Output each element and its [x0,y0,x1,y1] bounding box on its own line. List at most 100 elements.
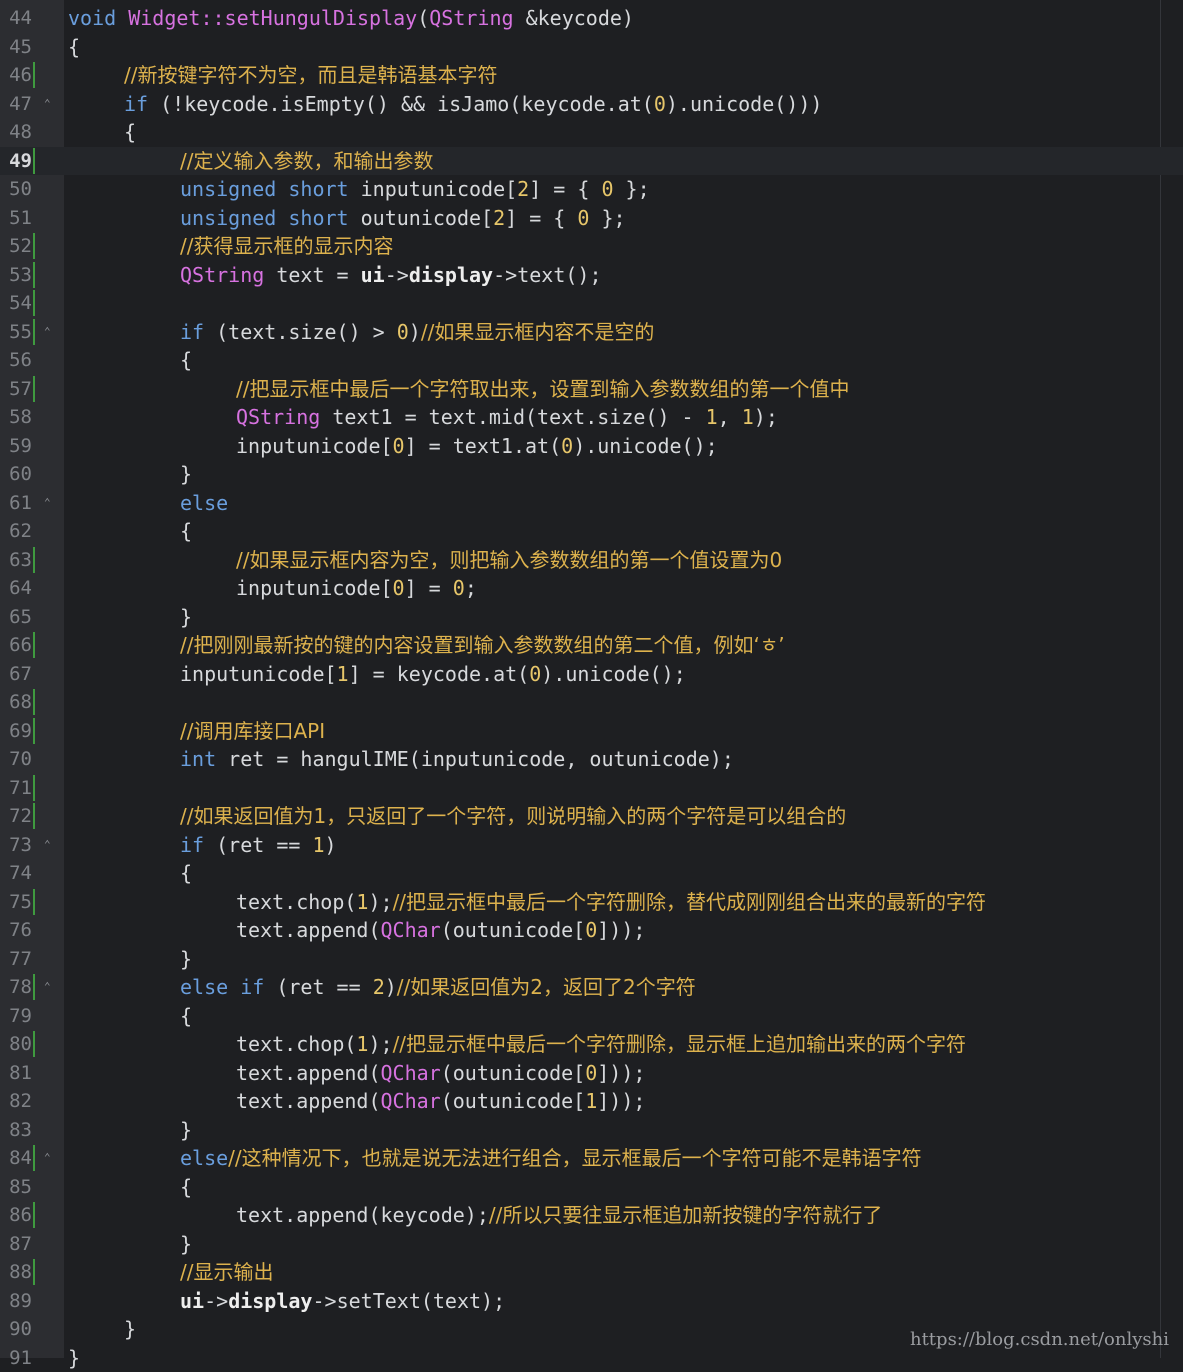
code-line[interactable]: 70 int ret = hangulIME(inputunicode, outu… [0,745,1183,773]
code-text: if (ret == 1) [180,833,337,857]
code-line[interactable]: 51 unsigned short outunicode[2] = { 0 }; [0,204,1183,232]
code-token: text = [264,262,361,287]
code-line[interactable]: 60} [0,460,1183,488]
code-text: //调用库接口API [180,719,325,743]
code-line[interactable]: 81 text.append(QChar(outunicode[0])); [0,1059,1183,1087]
code-token: ])); [597,1060,646,1085]
line-number: 68 [9,691,32,713]
code-line[interactable]: 53 QString text = ui->display->text(); [0,261,1183,289]
code-token: (ret == [204,832,313,857]
member-token: display [228,1288,313,1313]
code-line[interactable]: 74 { [0,859,1183,887]
code-text: { [180,348,192,372]
comment-token: //调用库接口API [180,718,326,743]
fold-toggle-icon[interactable]: ⌃ [44,326,51,337]
type-token: QChar [380,1060,441,1085]
code-line[interactable]: 72 //如果返回值为1，只返回了一个字符，则说明输入的两个字符是可以组合的 [0,802,1183,830]
code-token: { [180,861,193,885]
code-line[interactable]: 56 { [0,346,1183,374]
code-line[interactable]: 73 ⌃ if (ret == 1) [0,831,1183,859]
code-line[interactable]: 84 ⌃ else//这种情况下，也就是说无法进行组合，显示框最后一个字符可能不是韩… [0,1144,1183,1172]
member-token: ui [360,262,385,287]
code-text: //把显示框中最后一个字符取出来，设置到输入参数数组的第一个值中 [236,377,849,401]
code-line[interactable]: 62 { [0,517,1183,545]
comment-token: //定义输入参数，和输出参数 [180,148,434,173]
fold-toggle-icon[interactable]: ⌃ [44,839,51,850]
code-text: else//这种情况下，也就是说无法进行组合，显示框最后一个字符可能不是韩语字符 [180,1146,922,1170]
code-line[interactable]: 89 ui->display->setText(text); [0,1287,1183,1315]
code-line[interactable]: 77} [0,945,1183,973]
code-line[interactable]: 79 { [0,1002,1183,1030]
code-line[interactable]: 75 text.chop(1);//把显示框中最后一个字符删除，替代成刚刚组合出来… [0,888,1183,916]
code-line[interactable]: 52 //获得显示框的显示内容 [0,232,1183,260]
code-line[interactable]: 88 //显示输出 [0,1258,1183,1286]
code-line[interactable]: 80 text.chop(1);//把显示框中最后一个字符删除，显示框上追加输出来… [0,1030,1183,1058]
code-text: text.chop(1);//把显示框中最后一个字符删除，替代成刚刚组合出来的最… [236,890,986,914]
code-line[interactable]: 83} [0,1116,1183,1144]
type-token: Widget::setHungulDisplay [128,6,418,30]
line-number: 59 [9,434,32,457]
code-line[interactable]: 61 ⌃ else [0,489,1183,517]
member-token: display [408,262,494,287]
code-text: //把刚刚最新按的键的内容设置到输入参数数组的第二个值，例如‘ㅎ’ [180,633,785,657]
code-line[interactable]: 87} [0,1230,1183,1258]
fold-toggle-icon[interactable]: ⌃ [44,981,51,992]
code-text: int ret = hangulIME(inputunicode, outuni… [180,747,734,771]
code-line[interactable]: 48 { [0,118,1183,146]
code-line[interactable]: 65} [0,603,1183,631]
comment-token: //如果显示框内容不是空的 [420,319,655,344]
code-line[interactable]: 86 text.append(keycode);//所以只要往显示框追加新按键的字… [0,1201,1183,1229]
code-line[interactable]: 64 inputunicode[0] = 0; [0,574,1183,602]
code-line[interactable]: 63 //如果显示框内容为空，则把输入参数数组的第一个值设置为0 [0,546,1183,574]
code-line[interactable]: 67 inputunicode[1] = keycode.at(0).unicod… [0,660,1183,688]
code-token: } [180,604,193,629]
change-marker [33,774,35,801]
code-editor[interactable]: 44 void Widget::setHungulDisplay(QString … [0,0,1183,1370]
code-line[interactable]: 69 //调用库接口API [0,717,1183,745]
code-line[interactable]: 71 [0,774,1183,802]
code-line[interactable]: 66 //把刚刚最新按的键的内容设置到输入参数数组的第二个值，例如‘ㅎ’ [0,631,1183,659]
code-line[interactable]: 55 ⌃ if (text.size() > 0)//如果显示框内容不是空的 [0,318,1183,346]
code-line[interactable]: 46 //新按键字符不为空，而且是韩语基本字符 [0,61,1183,89]
code-token: inputunicode[ [348,177,518,201]
code-line[interactable]: 76 text.append(QChar(outunicode[0])); [0,916,1183,944]
keyword-token: else [180,490,229,515]
code-line[interactable]: 47 ⌃ if (!keycode.isEmpty() && isJamo(keyc… [0,90,1183,118]
comment-token: //把显示框中最后一个字符删除，显示框上追加输出来的两个字符 [392,1032,967,1056]
code-line[interactable]: 54 [0,289,1183,317]
keyword-token: unsigned [180,177,277,201]
code-line[interactable]: 57 //把显示框中最后一个字符取出来，设置到输入参数数组的第一个值中 [0,375,1183,403]
comment-token: //新按键字符不为空，而且是韩语基本字符 [124,63,498,87]
code-line[interactable]: 45 { [0,33,1183,61]
code-text: inputunicode[0] = 0; [236,576,477,600]
code-line[interactable]: 82 text.append(QChar(outunicode[1])); [0,1087,1183,1115]
code-line[interactable]: 49 //定义输入参数，和输出参数 [0,146,1183,175]
code-text: //定义输入参数，和输出参数 [180,149,433,173]
code-token: ) [408,319,421,344]
code-token: text.append( [236,1089,381,1113]
code-line[interactable]: 59 inputunicode[0] = text1.at(0).unicode(… [0,432,1183,460]
line-number: 65 [9,605,32,628]
keyword-token: if [180,319,205,344]
keyword-token: short [288,205,349,230]
code-line[interactable]: 78 ⌃ else if (ret == 2)//如果返回值为2，返回了2个字符 [0,973,1183,1001]
keyword-token: else [180,975,229,999]
line-number: 66 [9,634,32,656]
type-token: QChar [380,1089,441,1113]
fold-toggle-icon[interactable]: ⌃ [44,98,51,109]
code-line[interactable]: 44 void Widget::setHungulDisplay(QString … [0,4,1183,32]
comment-token: //把显示框中最后一个字符取出来，设置到输入参数数组的第一个值中 [236,376,850,401]
fold-toggle-icon[interactable]: ⌃ [44,1152,51,1163]
code-line[interactable]: 58 QString text1 = text.mid(text.size() -… [0,403,1183,431]
change-marker [33,546,35,573]
member-token: ui [180,1288,205,1313]
code-token: { [180,348,193,372]
code-line[interactable]: 50 unsigned short inputunicode[2] = { 0 }… [0,175,1183,203]
code-line[interactable]: 68 [0,688,1183,716]
fold-toggle-icon[interactable]: ⌃ [44,497,51,508]
number-token: 0 [601,177,614,201]
line-number: 69 [9,719,32,742]
code-line[interactable]: 85 { [0,1173,1183,1201]
change-marker [33,689,35,715]
line-number: 70 [9,748,32,770]
